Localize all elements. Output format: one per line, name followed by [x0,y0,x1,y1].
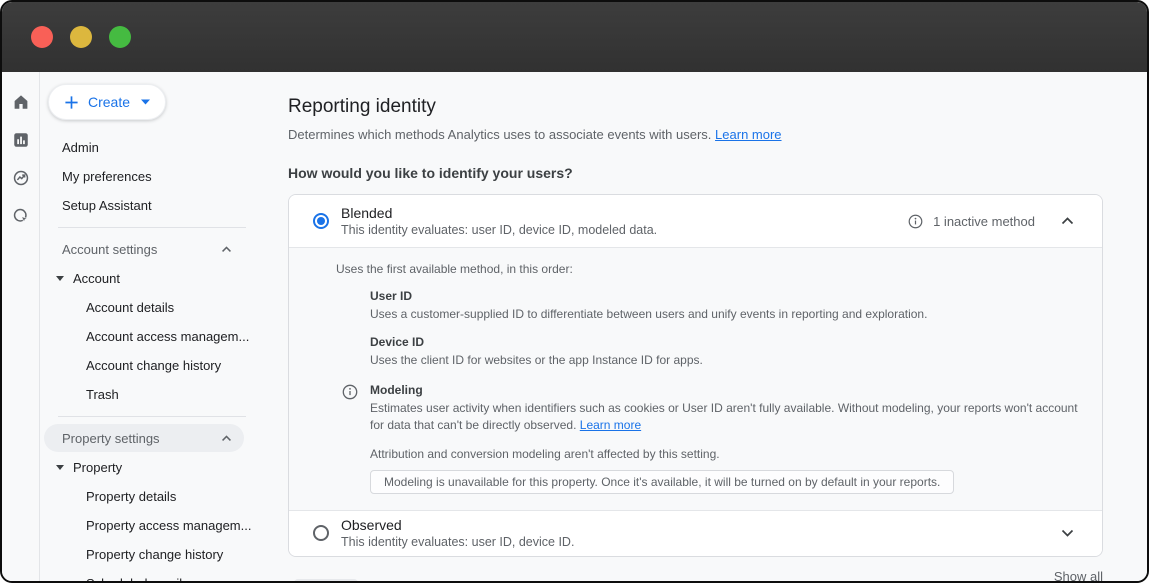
create-dropdown-arrow-icon[interactable] [141,99,150,105]
method-modeling: Modeling Estimates user activity when id… [370,383,1078,432]
info-icon[interactable] [342,384,358,403]
reporting-identity-card: Blended This identity evaluates: user ID… [288,194,1103,557]
sidebar-item-trash[interactable]: Trash [40,380,272,409]
main-content: Reporting identity Determines which meth… [272,72,1147,581]
sidebar-item-admin[interactable]: Admin [40,133,272,162]
page-subtitle: Determines which methods Analytics uses … [288,127,1103,142]
page-title: Reporting identity [288,96,1103,118]
sidebar-item-property-details[interactable]: Property details [40,482,272,511]
modeling-description: Estimates user activity when identifiers… [370,400,1078,432]
parent-label: Account [73,271,120,286]
sidebar-nav: Admin My preferences Setup Assistant Acc… [40,133,272,581]
zoom-window-button[interactable] [109,26,131,48]
blended-details-panel: Uses the first available method, in this… [289,247,1102,510]
observed-option-label: Observed [341,517,574,533]
home-icon[interactable] [12,93,30,111]
chevron-up-icon [221,435,232,442]
sidebar-item-property-change-history[interactable]: Property change history [40,540,272,569]
section-label: Property settings [62,431,160,446]
sidebar-item-scheduled-emails[interactable]: Scheduled emails [40,569,272,581]
sidebar-item-property[interactable]: Property [40,453,272,482]
collapse-chevron-up-icon[interactable] [1061,217,1074,225]
modeling-learn-more-link[interactable]: Learn more [580,418,641,432]
method-name: Modeling [370,383,1078,397]
subtitle-text: Determines which methods Analytics uses … [288,127,711,142]
minimize-window-button[interactable] [70,26,92,48]
modeling-description-text: Estimates user activity when identifiers… [370,401,1078,431]
section-label: Account settings [62,242,157,257]
expand-chevron-down-icon[interactable] [1061,529,1074,537]
caret-down-icon[interactable] [56,465,64,470]
sidebar-item-setup-assistant[interactable]: Setup Assistant [40,191,272,220]
admin-sidebar: Create Admin My preferences Setup Assist… [40,72,272,581]
method-name: User ID [370,289,1078,303]
parent-label: Property [73,460,122,475]
plus-icon [64,95,79,110]
sidebar-section-account-settings[interactable]: Account settings [44,235,244,263]
left-icon-rail [2,72,40,581]
method-device-id: Device ID Uses the client ID for website… [370,335,1078,368]
caret-down-icon[interactable] [56,276,64,281]
learn-more-link[interactable]: Learn more [715,127,781,142]
sidebar-section-property-settings[interactable]: Property settings [44,424,244,452]
chevron-up-icon [221,246,232,253]
traffic-lights [31,26,131,48]
blended-option-description: This identity evaluates: user ID, device… [341,223,657,237]
save-button[interactable]: Save [294,579,358,581]
radio-dot [317,217,325,225]
blended-option-row[interactable]: Blended This identity evaluates: user ID… [289,195,1102,247]
details-intro: Uses the first available method, in this… [336,262,1078,276]
identity-question: How would you like to identify your user… [288,165,1103,181]
window-titlebar [2,2,1147,72]
method-name: Device ID [370,335,1078,349]
observed-option-description: This identity evaluates: user ID, device… [341,535,574,549]
method-user-id: User ID Uses a customer-supplied ID to d… [370,289,1078,322]
modeling-unavailable-message: Modeling is unavailable for this propert… [370,470,954,494]
create-button-label: Create [88,94,130,110]
sidebar-item-account[interactable]: Account [40,264,272,293]
create-button[interactable]: Create [48,84,166,120]
show-all-link[interactable]: Show all [1054,569,1103,581]
observed-option-row[interactable]: Observed This identity evaluates: user I… [289,510,1102,556]
info-icon[interactable] [908,214,923,229]
sidebar-divider [58,227,246,228]
advertising-icon[interactable] [12,207,30,225]
app-window: Create Admin My preferences Setup Assist… [0,0,1149,583]
close-window-button[interactable] [31,26,53,48]
blended-radio-selected[interactable] [313,213,329,229]
reports-icon[interactable] [12,131,30,149]
method-description: Uses a customer-supplied ID to different… [370,306,1078,322]
method-description: Uses the client ID for websites or the a… [370,352,1078,368]
modeling-note: Attribution and conversion modeling aren… [370,447,1078,461]
inactive-method-badge: 1 inactive method [933,214,1035,229]
sidebar-item-my-preferences[interactable]: My preferences [40,162,272,191]
sidebar-item-property-access-management[interactable]: Property access managem... [40,511,272,540]
blended-option-label: Blended [341,205,657,221]
sidebar-item-account-access-management[interactable]: Account access managem... [40,322,272,351]
footer-controls: Show all Save Cancel [288,557,1103,581]
observed-radio-unselected[interactable] [313,525,329,541]
sidebar-divider [58,416,246,417]
explore-icon[interactable] [12,169,30,187]
sidebar-item-account-change-history[interactable]: Account change history [40,351,272,380]
sidebar-item-account-details[interactable]: Account details [40,293,272,322]
